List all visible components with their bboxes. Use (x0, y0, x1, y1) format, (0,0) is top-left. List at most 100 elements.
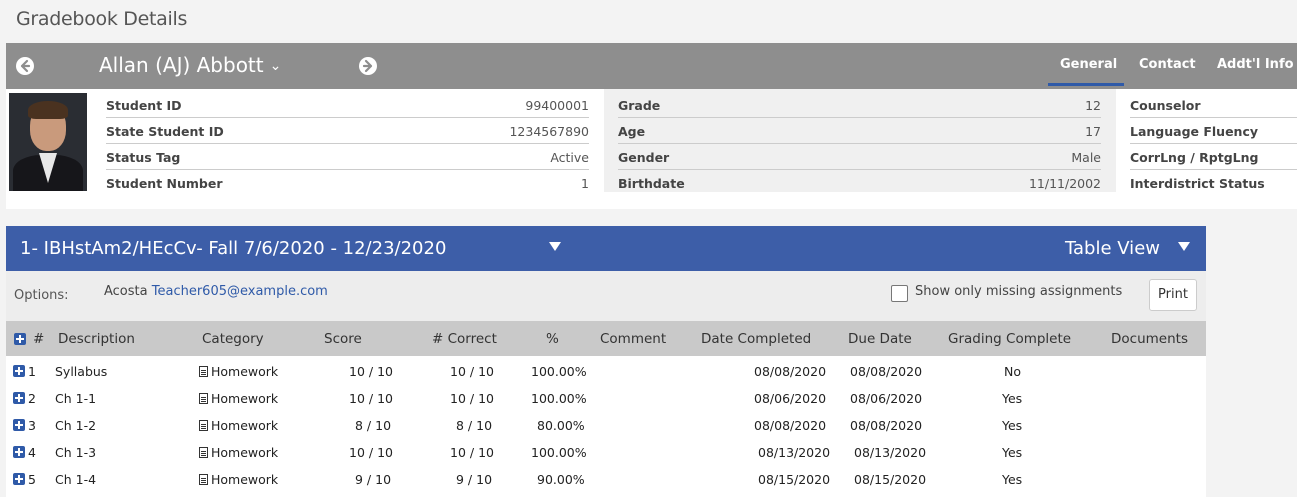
course-bar: 1- IBHstAm2/HEcCv- Fall 7/6/2020 - 12/23… (6, 226, 1206, 271)
field-language-fluency: Language Fluency (1130, 118, 1297, 144)
expand-row-plus-icon[interactable] (13, 365, 25, 377)
teacher-email-link[interactable]: Teacher605@example.com (152, 284, 328, 299)
field-student-number: Student Number 1 (106, 176, 589, 191)
field-student-id: Student ID 99400001 (106, 92, 589, 118)
row-category: Homework (199, 418, 278, 433)
row-description: Ch 1-1 (55, 391, 97, 406)
row-num: 2 (28, 391, 36, 406)
col-documents-header[interactable]: Documents (1111, 331, 1188, 347)
row-description: Ch 1-3 (55, 445, 97, 460)
table-row[interactable]: 5 Ch 1-4 Homework 9 / 10 9 / 10 90.00% 0… (6, 465, 1206, 492)
row-category: Homework (199, 445, 278, 460)
student-info-panel: Student ID 99400001 State Student ID 12345… (6, 89, 1297, 209)
active-tab-indicator (1048, 83, 1124, 86)
row-description: Ch 1-4 (55, 472, 97, 487)
table-row[interactable]: 1 Syllabus Homework 10 / 10 10 / 10 100.… (6, 357, 1206, 384)
col-grading-complete-header[interactable]: Grading Complete (948, 331, 1071, 347)
teacher-info: Acosta Teacher605@example.com (104, 284, 328, 299)
row-grading-complete: Yes (1002, 391, 1023, 406)
view-selector[interactable]: Table View (1065, 238, 1160, 259)
student-name: Allan (AJ) Abbott (99, 53, 264, 77)
course-dropdown-caret-icon[interactable] (549, 242, 561, 251)
row-percent: 80.00% (537, 418, 585, 433)
row-due-date: 08/08/2020 (850, 364, 923, 379)
row-grading-complete: Yes (1002, 418, 1023, 433)
page-title: Gradebook Details (16, 8, 188, 30)
field-counselor: Counselor (1130, 92, 1297, 118)
row-due-date: 08/13/2020 (854, 445, 927, 460)
row-correct: 10 / 10 (450, 391, 494, 406)
row-due-date: 08/06/2020 (850, 391, 923, 406)
expand-row-plus-icon[interactable] (13, 446, 25, 458)
col-date-completed-header[interactable]: Date Completed (701, 331, 811, 347)
course-title[interactable]: 1- IBHstAm2/HEcCv- Fall 7/6/2020 - 12/23… (20, 238, 446, 259)
col-num-header[interactable]: # (33, 331, 44, 347)
row-description: Syllabus (55, 364, 108, 379)
row-score: 10 / 10 (349, 364, 393, 379)
expand-row-plus-icon[interactable] (13, 392, 25, 404)
row-date-completed: 08/08/2020 (754, 364, 827, 379)
missing-only-checkbox[interactable] (891, 285, 908, 302)
row-correct: 9 / 10 (456, 472, 493, 487)
document-icon (199, 420, 208, 431)
row-score: 9 / 10 (355, 472, 392, 487)
row-percent: 100.00% (531, 364, 587, 379)
field-grade: Grade 12 (618, 92, 1101, 118)
col-correct-header[interactable]: # Correct (432, 331, 497, 347)
expand-all-plus-icon[interactable] (14, 333, 26, 345)
student-photo (9, 93, 87, 191)
field-birthdate: Birthdate 11/11/2002 (618, 176, 1101, 191)
student-header-bar: Allan (AJ) Abbott ⌄ General Contact Addt'… (6, 43, 1297, 89)
row-percent: 90.00% (537, 472, 585, 487)
options-row: Options: Acosta Teacher605@example.com S… (6, 271, 1206, 321)
row-category: Homework (199, 364, 278, 379)
col-description-header[interactable]: Description (58, 331, 135, 347)
tab-addtl-info[interactable]: Addt'l Info (1217, 57, 1294, 72)
col-category-header[interactable]: Category (202, 331, 264, 347)
row-percent: 100.00% (531, 445, 587, 460)
next-student-button[interactable] (359, 57, 377, 75)
expand-row-plus-icon[interactable] (13, 473, 25, 485)
row-grading-complete: No (1004, 364, 1021, 379)
row-percent: 100.00% (531, 391, 587, 406)
col-comment-header[interactable]: Comment (600, 331, 666, 347)
field-state-student-id: State Student ID 1234567890 (106, 118, 589, 144)
tab-general[interactable]: General (1060, 57, 1117, 72)
row-correct: 8 / 10 (456, 418, 493, 433)
arrow-left-circle-icon (20, 59, 31, 73)
grid-body: 1 Syllabus Homework 10 / 10 10 / 10 100.… (6, 356, 1206, 497)
row-due-date: 08/15/2020 (854, 472, 927, 487)
field-gender: Gender Male (618, 144, 1101, 170)
document-icon (199, 474, 208, 485)
expand-row-plus-icon[interactable] (13, 419, 25, 431)
arrow-right-circle-icon (362, 59, 373, 73)
view-dropdown-caret-icon[interactable] (1178, 242, 1190, 251)
print-button[interactable]: Print (1149, 279, 1197, 311)
row-grading-complete: Yes (1002, 472, 1023, 487)
col-percent-header[interactable]: % (546, 331, 559, 347)
col-due-date-header[interactable]: Due Date (848, 331, 912, 347)
row-num: 3 (28, 418, 36, 433)
teacher-name: Acosta (104, 284, 148, 299)
student-name-dropdown[interactable]: Allan (AJ) Abbott ⌄ (99, 53, 281, 77)
tab-contact[interactable]: Contact (1139, 57, 1196, 72)
previous-student-button[interactable] (16, 57, 34, 75)
col-score-header[interactable]: Score (324, 331, 362, 347)
table-row[interactable]: 4 Ch 1-3 Homework 10 / 10 10 / 10 100.00… (6, 438, 1206, 465)
document-icon (199, 366, 208, 377)
field-interdistrict-status: Interdistrict Status (1130, 176, 1265, 191)
row-score: 10 / 10 (349, 391, 393, 406)
field-corrlng-rptglng: CorrLng / RptgLng (1130, 144, 1297, 170)
row-num: 4 (28, 445, 36, 460)
row-score: 8 / 10 (355, 418, 392, 433)
field-status-tag: Status Tag Active (106, 144, 589, 170)
row-date-completed: 08/13/2020 (758, 445, 831, 460)
missing-only-label[interactable]: Show only missing assignments (915, 284, 1122, 299)
row-num: 5 (28, 472, 36, 487)
grid-header: # Description Category Score # Correct %… (6, 321, 1206, 356)
row-category: Homework (199, 472, 278, 487)
options-label: Options: (14, 288, 69, 303)
row-description: Ch 1-2 (55, 418, 97, 433)
table-row[interactable]: 2 Ch 1-1 Homework 10 / 10 10 / 10 100.00… (6, 384, 1206, 411)
table-row[interactable]: 3 Ch 1-2 Homework 8 / 10 8 / 10 80.00% 0… (6, 411, 1206, 438)
